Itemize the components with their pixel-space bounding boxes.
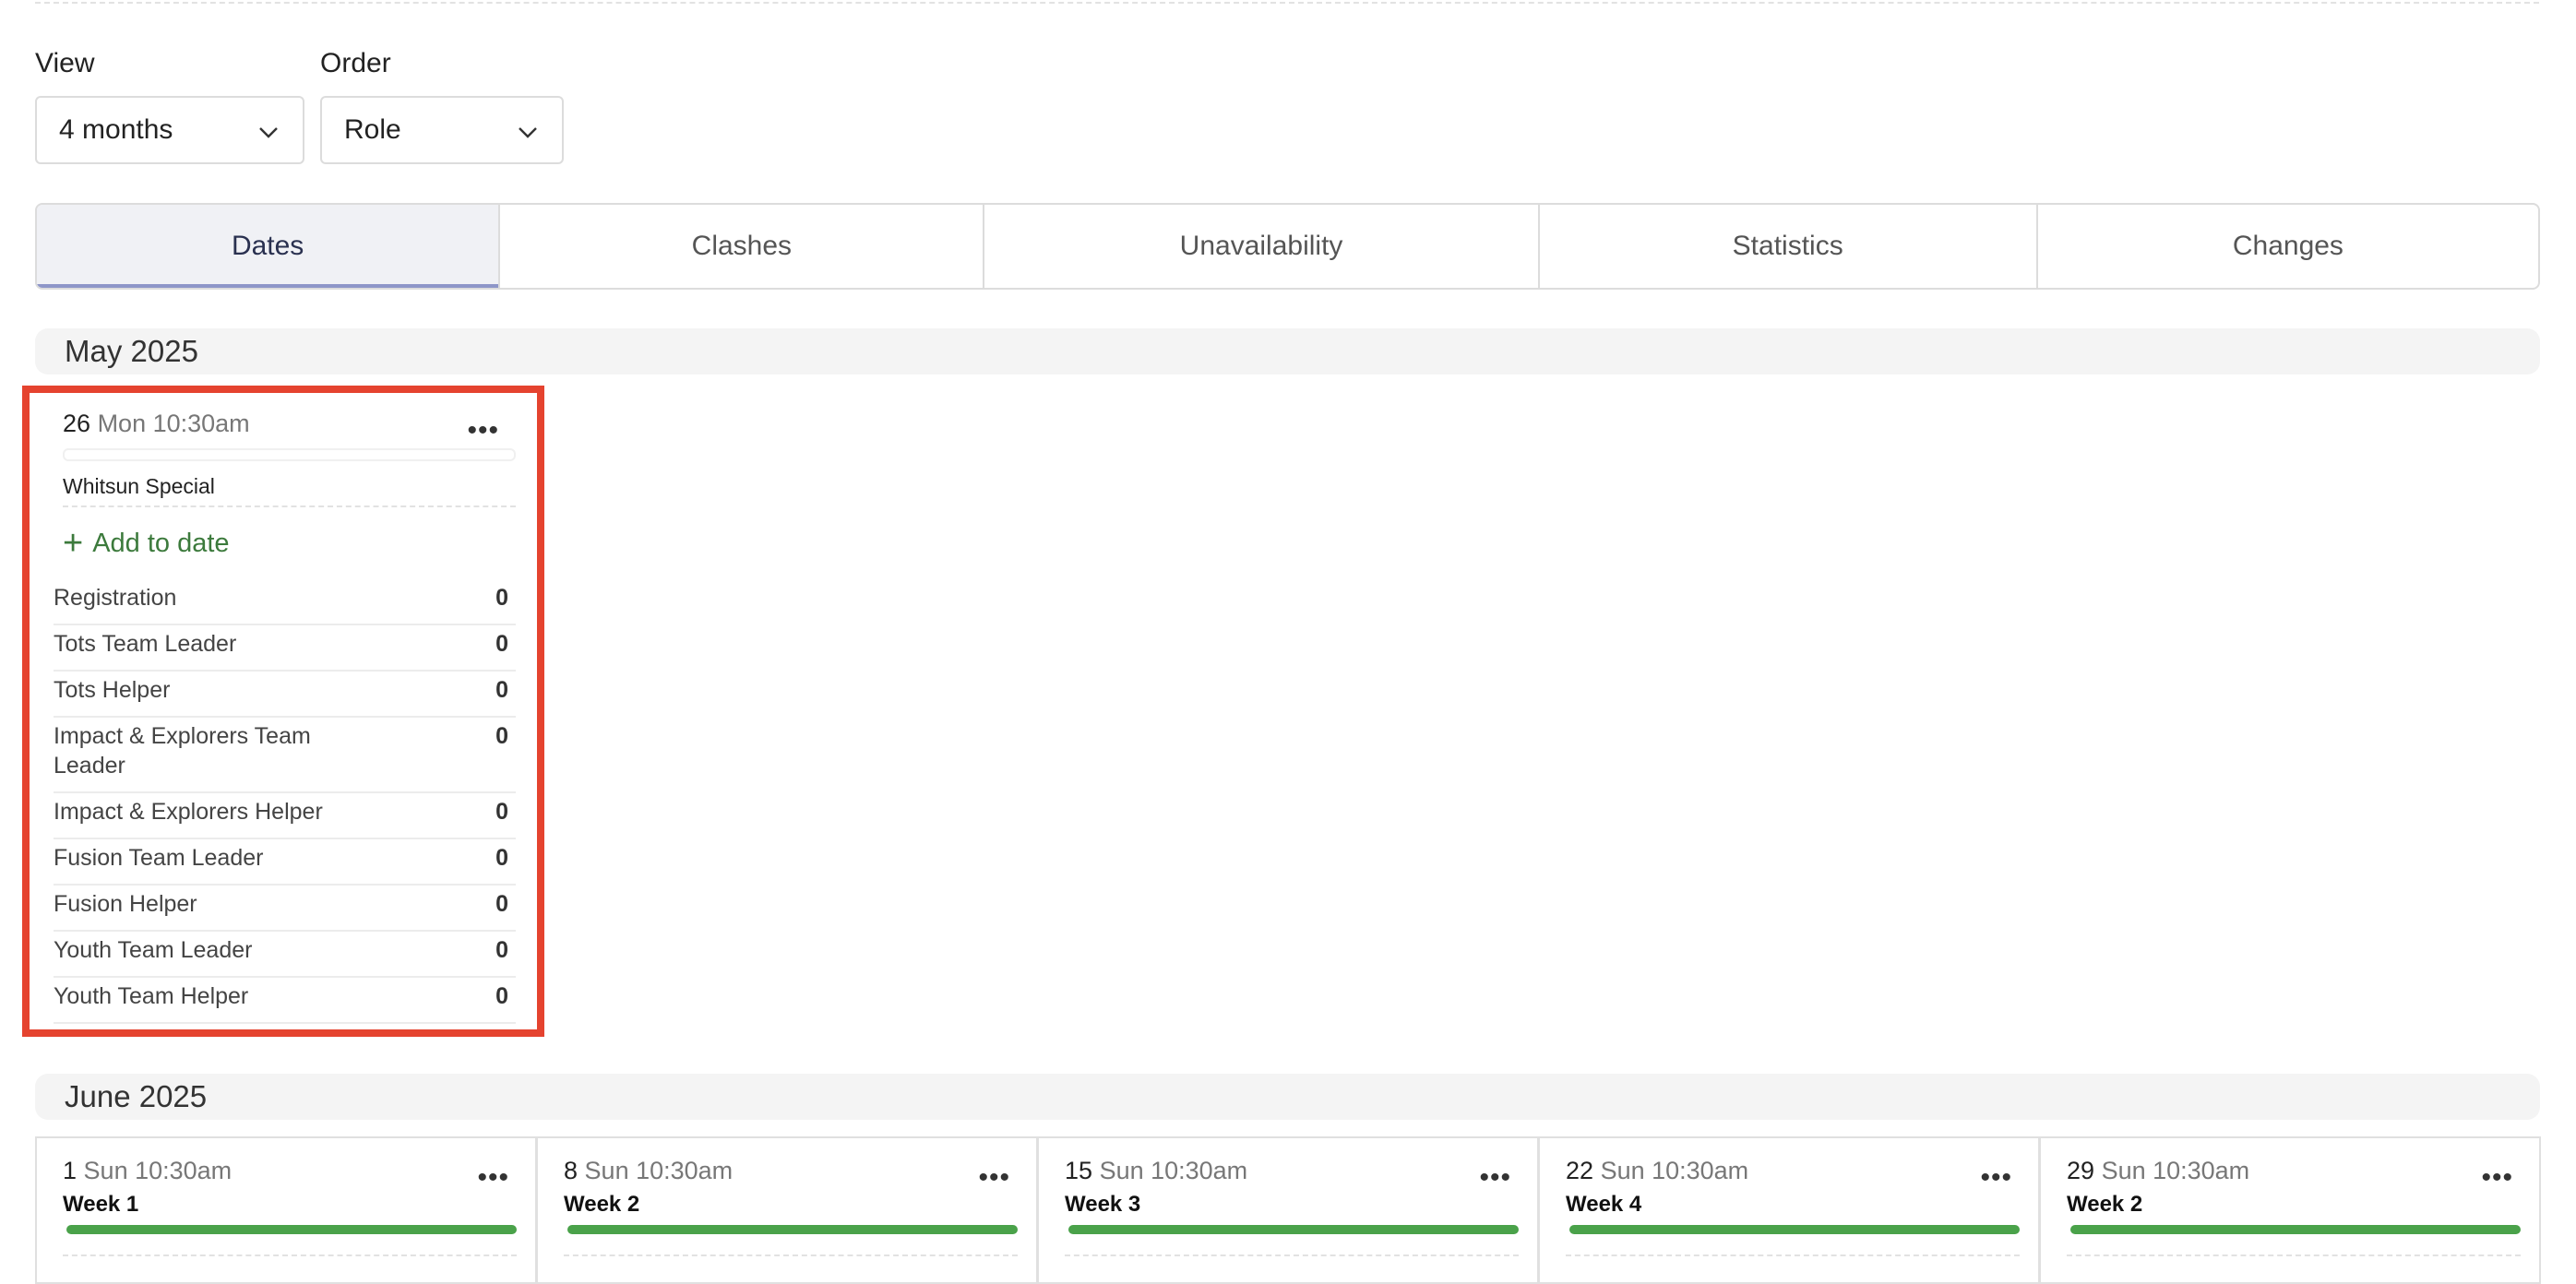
- date-day: 8: [564, 1157, 578, 1184]
- role-row[interactable]: Fusion Helper 0: [54, 886, 516, 932]
- progress-bar: [1068, 1225, 1519, 1234]
- top-divider: [35, 0, 2539, 4]
- more-options-icon[interactable]: •••: [1479, 1164, 1511, 1192]
- service-name: Week 1: [63, 1192, 139, 1217]
- role-count: 0: [495, 585, 508, 611]
- date-card: 1 Sun 10:30am ••• Week 1: [35, 1136, 537, 1284]
- date-card: 8 Sun 10:30am ••• Week 2: [536, 1136, 1038, 1284]
- date-weekday-time: Sun 10:30am: [584, 1157, 733, 1184]
- divider: [1065, 1254, 1519, 1256]
- role-row[interactable]: Impact & Explorers Team Leader 0: [54, 718, 516, 793]
- date-card-header: 15 Sun 10:30am: [1065, 1157, 1247, 1185]
- role-count: 0: [495, 845, 508, 871]
- role-name: Youth Team Helper: [54, 983, 249, 1009]
- view-select[interactable]: 4 months: [35, 96, 304, 164]
- divider: [63, 1254, 517, 1256]
- add-to-date-button[interactable]: + Add to date: [63, 526, 230, 561]
- role-list: Registration 0 Tots Team Leader 0 Tots H…: [54, 579, 516, 1024]
- date-day: 1: [63, 1157, 78, 1184]
- date-weekday-time: Sun 10:30am: [1099, 1157, 1248, 1184]
- role-count: 0: [495, 891, 508, 917]
- date-day: 29: [2067, 1157, 2095, 1184]
- tab-changes[interactable]: Changes: [2038, 205, 2538, 288]
- progress-bar: [567, 1225, 1018, 1234]
- more-options-icon[interactable]: •••: [978, 1164, 1010, 1192]
- date-card: 15 Sun 10:30am ••• Week 3: [1037, 1136, 1539, 1284]
- date-day: 15: [1065, 1157, 1093, 1184]
- view-label: View: [35, 48, 95, 78]
- role-name: Impact & Explorers Helper: [54, 799, 323, 825]
- date-card: 22 Sun 10:30am ••• Week 4: [1538, 1136, 2040, 1284]
- role-name: Youth Team Leader: [54, 937, 253, 963]
- tab-unavailability[interactable]: Unavailability: [984, 205, 1540, 288]
- role-count: 0: [495, 983, 508, 1009]
- date-weekday-time: Sun 10:30am: [83, 1157, 233, 1184]
- role-count: 0: [495, 723, 508, 749]
- chevron-down-icon: [519, 127, 537, 138]
- date-day: 26: [63, 410, 91, 437]
- role-count: 0: [495, 631, 508, 657]
- role-count: 0: [495, 937, 508, 963]
- role-count: 0: [495, 799, 508, 825]
- date-card-header: 22 Sun 10:30am: [1566, 1157, 1748, 1185]
- tab-clashes[interactable]: Clashes: [500, 205, 985, 288]
- date-weekday-time: Mon 10:30am: [97, 410, 250, 437]
- order-select[interactable]: Role: [320, 96, 564, 164]
- divider: [63, 505, 516, 507]
- progress-bar: [66, 1225, 517, 1234]
- month-header-june: June 2025: [35, 1074, 2540, 1120]
- divider: [2067, 1254, 2521, 1256]
- role-count: 0: [495, 677, 508, 703]
- date-card-header: 1 Sun 10:30am: [63, 1157, 232, 1185]
- date-weekday-time: Sun 10:30am: [1600, 1157, 1749, 1184]
- tab-statistics[interactable]: Statistics: [1540, 205, 2038, 288]
- service-name: Whitsun Special: [63, 474, 215, 498]
- more-options-icon[interactable]: •••: [467, 417, 499, 445]
- divider: [564, 1254, 1018, 1256]
- date-card-header: 26 Mon 10:30am: [63, 410, 250, 438]
- role-row[interactable]: Registration 0: [54, 579, 516, 625]
- more-options-icon[interactable]: •••: [477, 1164, 509, 1192]
- plus-icon: +: [63, 524, 84, 563]
- date-card: 26 Mon 10:30am ••• Whitsun Special + Add…: [26, 389, 540, 1033]
- date-weekday-time: Sun 10:30am: [2101, 1157, 2250, 1184]
- date-card-header: 29 Sun 10:30am: [2067, 1157, 2249, 1185]
- role-row[interactable]: Tots Helper 0: [54, 672, 516, 718]
- month-header-may: May 2025: [35, 328, 2540, 374]
- view-tabs: Dates Clashes Unavailability Statistics …: [35, 203, 2540, 290]
- service-name: Week 2: [564, 1192, 640, 1217]
- date-card: 29 Sun 10:30am ••• Week 2: [2039, 1136, 2541, 1284]
- role-row[interactable]: Impact & Explorers Helper 0: [54, 793, 516, 839]
- role-row[interactable]: Tots Team Leader 0: [54, 625, 516, 672]
- progress-bar: [2070, 1225, 2521, 1234]
- role-name: Fusion Helper: [54, 891, 197, 917]
- role-name: Registration: [54, 585, 177, 611]
- chevron-down-icon: [259, 127, 278, 138]
- view-select-value: 4 months: [59, 114, 173, 145]
- service-name: Week 3: [1065, 1192, 1141, 1217]
- date-card-header: 8 Sun 10:30am: [564, 1157, 733, 1185]
- role-row[interactable]: Fusion Team Leader 0: [54, 839, 516, 886]
- role-row[interactable]: Youth Team Leader 0: [54, 932, 516, 978]
- more-options-icon[interactable]: •••: [1980, 1164, 2012, 1192]
- progress-bar-empty: [63, 448, 516, 461]
- role-row[interactable]: Youth Team Helper 0: [54, 978, 516, 1024]
- add-to-date-label: Add to date: [92, 528, 230, 558]
- role-name: Tots Team Leader: [54, 631, 237, 657]
- role-name: Tots Helper: [54, 677, 171, 703]
- divider: [1566, 1254, 2020, 1256]
- order-select-value: Role: [344, 114, 401, 145]
- service-name: Week 4: [1566, 1192, 1642, 1217]
- service-name: Week 2: [2067, 1192, 2143, 1217]
- order-label: Order: [320, 48, 391, 78]
- date-day: 22: [1566, 1157, 1594, 1184]
- tab-dates[interactable]: Dates: [37, 205, 501, 288]
- progress-bar: [1569, 1225, 2020, 1234]
- role-name: Impact & Explorers Team Leader: [54, 723, 311, 779]
- more-options-icon[interactable]: •••: [2481, 1164, 2513, 1192]
- role-name: Fusion Team Leader: [54, 845, 264, 871]
